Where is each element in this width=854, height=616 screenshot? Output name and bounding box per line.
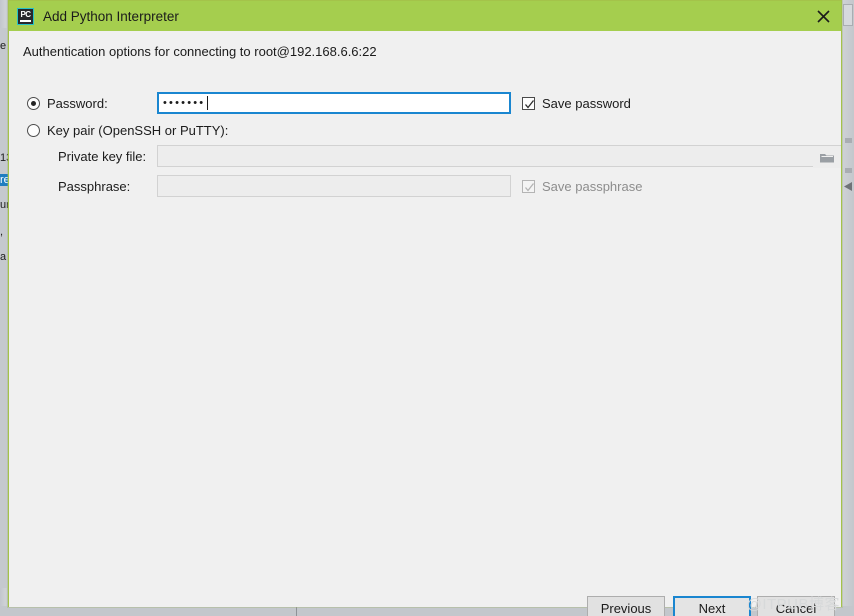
save-passphrase-checkbox[interactable]: Save passphrase: [522, 179, 642, 194]
pycharm-icon-bar: [20, 19, 31, 22]
save-password-checkbox-box: [522, 97, 535, 110]
dialog-titlebar: PC Add Python Interpreter: [9, 1, 841, 31]
auth-description: Authentication options for connecting to…: [23, 44, 377, 59]
private-key-file-input[interactable]: [157, 145, 841, 167]
screen: 13reur,aе PC Add Python Interpreter Auth…: [0, 0, 854, 616]
radio-keypair-label: Key pair (OpenSSH or PuTTY):: [47, 123, 229, 138]
dialog-body: Authentication options for connecting to…: [9, 31, 841, 616]
save-passphrase-checkbox-box: [522, 180, 535, 193]
pycharm-icon: PC: [17, 7, 34, 25]
radio-keypair-indicator: [27, 124, 40, 137]
background-right-chip: [845, 138, 852, 143]
password-input[interactable]: •••••••: [157, 92, 511, 114]
background-right-chip: [845, 168, 852, 173]
background-bottom-divider: [296, 606, 297, 616]
watermark: @ITPUB博客: [746, 596, 840, 613]
background-right-tab: [843, 4, 853, 26]
radio-password-indicator: [27, 97, 40, 110]
passphrase-input[interactable]: [157, 175, 511, 197]
private-key-file-label: Private key file:: [58, 149, 147, 164]
text-caret: [207, 96, 209, 110]
save-passphrase-label: Save passphrase: [542, 179, 643, 194]
save-password-label: Save password: [542, 96, 631, 111]
folder-icon[interactable]: [813, 146, 841, 168]
radio-password-label: Password:: [47, 96, 108, 111]
background-right-arrow-icon: [844, 182, 852, 191]
passphrase-label: Passphrase:: [58, 179, 131, 194]
background-right-strip: [842, 0, 854, 616]
dialog-title: Add Python Interpreter: [43, 8, 179, 24]
close-icon[interactable]: [805, 1, 841, 31]
save-password-checkbox[interactable]: Save password: [522, 96, 631, 111]
radio-password[interactable]: Password:: [27, 96, 108, 111]
radio-keypair[interactable]: Key pair (OpenSSH or PuTTY):: [27, 123, 228, 138]
add-python-interpreter-dialog: PC Add Python Interpreter Authentication…: [8, 0, 842, 616]
pycharm-icon-text: PC: [20, 9, 31, 19]
password-input-value: •••••••: [163, 96, 206, 109]
next-button[interactable]: Next: [673, 596, 751, 616]
previous-button[interactable]: Previous: [587, 596, 665, 616]
